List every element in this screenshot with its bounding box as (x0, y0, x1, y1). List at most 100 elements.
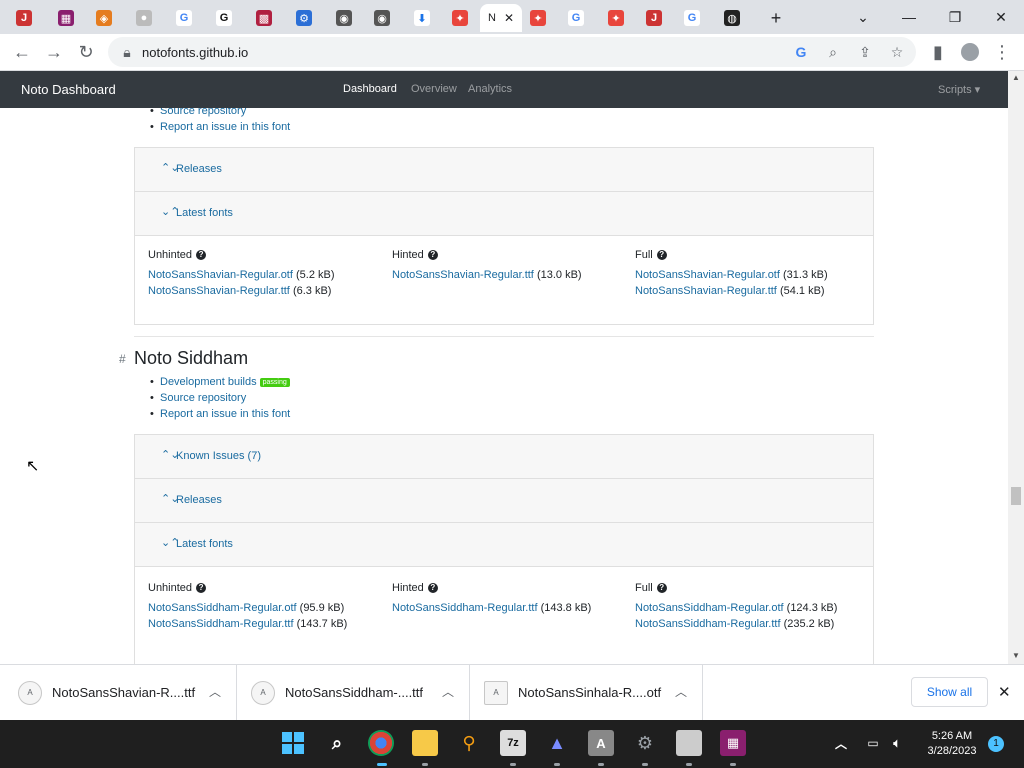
scripts-dropdown[interactable]: Scripts ▾ (938, 83, 980, 96)
restore-icon[interactable]: ❐ (932, 0, 978, 34)
chrome-icon[interactable] (368, 730, 394, 756)
file-link[interactable]: NotoSansSiddham-Regular.otf (148, 602, 297, 614)
font-viewer-icon[interactable]: A (588, 730, 614, 756)
tab-12[interactable]: ✦ (442, 4, 478, 32)
help-icon[interactable]: ? (427, 583, 438, 594)
winrar-icon[interactable]: ▦ (720, 730, 746, 756)
volume-icon[interactable]: 🔈︎ (884, 730, 910, 756)
scroll-up-arrow-icon[interactable]: ▲ (1012, 73, 1020, 82)
notification-badge[interactable]: 1 (988, 736, 1004, 752)
search-tool-icon[interactable]: ⚲ (456, 730, 482, 756)
menu-kebab-icon[interactable]: ⋮ (988, 38, 1016, 66)
tab-1[interactable]: J (6, 4, 42, 32)
forward-button[interactable]: → (40, 38, 68, 66)
tab-10[interactable]: ◉ (364, 4, 400, 32)
close-icon[interactable]: ✕ (978, 0, 1024, 34)
notepad-icon[interactable] (676, 730, 702, 756)
profile-avatar-icon[interactable] (956, 38, 984, 66)
known-issues-header[interactable]: ⌃⌄ Known Issues (7) (135, 435, 873, 479)
releases-header[interactable]: ⌃⌄ Releases (135, 148, 873, 192)
source-repo-link[interactable]: Source repository (150, 392, 246, 404)
file-link[interactable]: NotoSansShavian-Regular.ttf (635, 285, 777, 297)
file-link[interactable]: NotoSansShavian-Regular.otf (148, 269, 293, 281)
tab-7[interactable]: ▩ (246, 4, 282, 32)
search-icon[interactable]: ⌕ (324, 730, 350, 756)
tab-19[interactable]: ◍ (714, 4, 750, 32)
tab-2[interactable]: ▦ (48, 4, 84, 32)
file-link[interactable]: NotoSansShavian-Regular.otf (635, 269, 780, 281)
tab-3[interactable]: ◈ (86, 4, 122, 32)
latest-fonts-header[interactable]: ⌄⌃ Latest fonts (135, 192, 873, 236)
file-link[interactable]: NotoSansSiddham-Regular.ttf (392, 602, 538, 614)
google-translate-icon[interactable]: G (792, 43, 810, 61)
tab-16[interactable]: ✦ (598, 4, 634, 32)
dev-builds-link[interactable]: Development builds (160, 376, 257, 388)
tab-14[interactable]: ✦ (520, 4, 556, 32)
tab-6[interactable]: G (206, 4, 242, 32)
nav-overview[interactable]: Overview (411, 83, 457, 95)
close-download-bar-icon[interactable]: ✕ (998, 683, 1011, 701)
help-icon[interactable]: ? (656, 583, 667, 594)
help-icon[interactable]: ? (196, 583, 207, 594)
tab-15[interactable]: G (558, 4, 594, 32)
tab-4[interactable]: ● (126, 4, 162, 32)
chevron-up-icon[interactable]: ︿ (675, 683, 687, 700)
tab-11[interactable]: ⬇ (404, 4, 440, 32)
scrollbar-thumb[interactable] (1011, 487, 1021, 505)
close-tab-icon[interactable]: ✕ (504, 11, 514, 25)
file-link[interactable]: NotoSansShavian-Regular.ttf (148, 285, 290, 297)
tab-5[interactable]: G (166, 4, 202, 32)
minimize-icon[interactable]: — (886, 0, 932, 34)
help-icon[interactable]: ? (656, 250, 667, 261)
file-explorer-icon[interactable] (412, 730, 438, 756)
file-link[interactable]: NotoSansSiddham-Regular.ttf (148, 618, 294, 630)
latest-fonts-header[interactable]: ⌄⌃ Latest fonts (135, 523, 873, 567)
network-icon[interactable]: ▭ (860, 730, 886, 756)
address-bar[interactable]: 🔒︎ notofonts.github.io G ⌕ ⇪ ☆ (108, 37, 916, 67)
chevron-up-icon[interactable]: ︿ (828, 730, 854, 756)
running-indicator (730, 763, 736, 766)
7zip-icon[interactable]: 7z (500, 730, 526, 756)
bookmark-star-icon[interactable]: ☆ (888, 43, 906, 61)
chevron-up-icon[interactable]: ︿ (442, 683, 454, 700)
back-button[interactable]: ← (8, 38, 36, 66)
status-badge[interactable]: passing (259, 377, 290, 387)
file-link[interactable]: NotoSansSiddham-Regular.otf (635, 602, 784, 614)
show-all-button[interactable]: Show all (911, 677, 988, 707)
reload-button[interactable]: ↻ (72, 38, 100, 66)
settings-gear-icon[interactable]: ⚙ (632, 730, 658, 756)
tab-active[interactable]: N ✕ (480, 4, 522, 32)
tab-17[interactable]: J (636, 4, 672, 32)
side-panel-icon[interactable]: ▮ (924, 38, 952, 66)
chevron-up-icon[interactable]: ︿ (209, 683, 221, 700)
download-item[interactable]: A NotoSansSiddham-....ttf ︿ (237, 665, 470, 721)
tab-9[interactable]: ◉ (326, 4, 362, 32)
releases-header[interactable]: ⌃⌄ Releases (135, 479, 873, 523)
nav-dashboard[interactable]: Dashboard (343, 83, 397, 95)
source-repo-link[interactable]: Source repository (150, 108, 246, 117)
download-item[interactable]: A NotoSansShavian-R....ttf ︿ (4, 665, 237, 721)
file-link[interactable]: NotoSansShavian-Regular.ttf (392, 269, 534, 281)
nav-analytics[interactable]: Analytics (468, 83, 512, 95)
page-scrollbar[interactable]: ▲ ▼ (1008, 71, 1024, 664)
new-tab-button[interactable]: + (758, 4, 794, 32)
anchor-link[interactable]: # (119, 352, 126, 366)
scroll-down-arrow-icon[interactable]: ▼ (1012, 651, 1020, 660)
url-text[interactable]: notofonts.github.io (142, 45, 248, 60)
file-link[interactable]: NotoSansSiddham-Regular.ttf (635, 618, 781, 630)
chevron-down-icon[interactable]: ⌄ (840, 0, 886, 34)
windows-start-icon[interactable] (280, 730, 306, 756)
lock-icon[interactable]: 🔒︎ (118, 43, 136, 61)
tab-8[interactable]: ⚙ (286, 4, 322, 32)
report-issue-link[interactable]: Report an issue in this font (150, 121, 290, 133)
help-icon[interactable]: ? (196, 250, 207, 261)
zoom-icon[interactable]: ⌕ (824, 43, 842, 61)
help-icon[interactable]: ? (427, 250, 438, 261)
clock[interactable]: 5:26 AM 3/28/2023 (920, 729, 984, 759)
share-icon[interactable]: ⇪ (856, 43, 874, 61)
font-app-icon[interactable]: ▲ (544, 730, 570, 756)
report-issue-link[interactable]: Report an issue in this font (150, 408, 290, 420)
download-item[interactable]: A NotoSansSinhala-R....otf ︿ (470, 665, 703, 721)
tab-18[interactable]: G (674, 4, 710, 32)
brand-link[interactable]: Noto Dashboard (21, 82, 116, 97)
